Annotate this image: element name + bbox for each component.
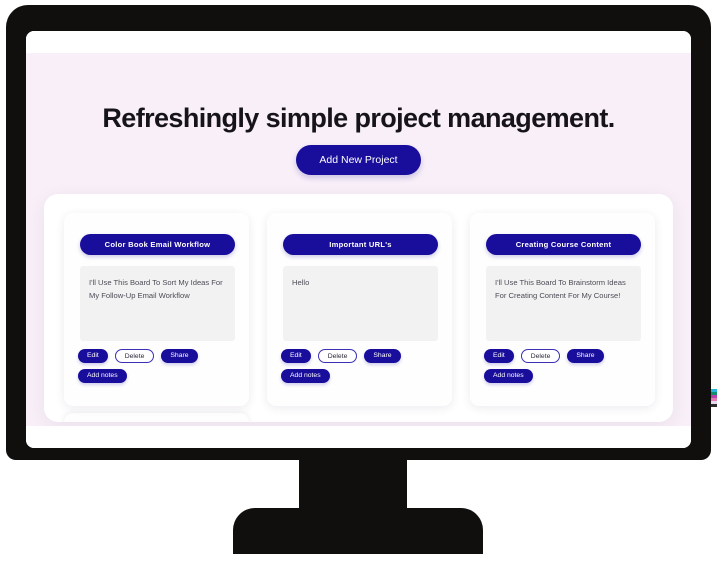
add-notes-button[interactable]: Add notes: [78, 369, 127, 383]
delete-button[interactable]: Delete: [520, 349, 561, 363]
add-notes-button[interactable]: Add notes: [281, 369, 330, 383]
delete-button[interactable]: Delete: [114, 349, 155, 363]
board-actions: Edit Delete Share Add notes: [78, 349, 238, 383]
board-card: Color Book Email Workflow Edit Delete Sh…: [64, 213, 249, 406]
page-bottom-strip: [26, 426, 691, 448]
edit-button[interactable]: Edit: [78, 349, 108, 363]
monitor-base: [233, 508, 483, 554]
share-button[interactable]: Share: [567, 349, 604, 363]
board-card: Creating Course Content Edit Delete Shar…: [470, 213, 655, 406]
monitor-mockup: Refreshingly simple project management. …: [0, 0, 717, 588]
page-top-strip: [26, 31, 691, 53]
board-note-input[interactable]: [283, 266, 438, 341]
page-title: Refreshingly simple project management.: [102, 103, 615, 134]
share-button[interactable]: Share: [364, 349, 401, 363]
board-title-button[interactable]: Color Book Email Workflow: [80, 234, 235, 255]
board-note-input[interactable]: [486, 266, 641, 341]
edge-color-sliver: [711, 389, 717, 407]
app-page: Refreshingly simple project management. …: [26, 31, 691, 448]
add-notes-button[interactable]: Add notes: [484, 369, 533, 383]
board-title-button[interactable]: Creating Course Content: [486, 234, 641, 255]
share-button[interactable]: Share: [161, 349, 198, 363]
edit-button[interactable]: Edit: [281, 349, 311, 363]
board-actions: Edit Delete Share Add notes: [281, 349, 441, 383]
boards-panel: Color Book Email Workflow Edit Delete Sh…: [44, 194, 673, 422]
boards-row: Color Book Email Workflow Edit Delete Sh…: [44, 194, 673, 406]
board-actions: Edit Delete Share Add notes: [484, 349, 644, 383]
add-new-project-button[interactable]: Add New Project: [296, 145, 421, 175]
board-note-input[interactable]: [80, 266, 235, 341]
board-card: Important URL's Edit Delete Share Add no…: [267, 213, 452, 406]
boards-next-row-peek: [64, 413, 249, 422]
delete-button[interactable]: Delete: [317, 349, 358, 363]
board-title-button[interactable]: Important URL's: [283, 234, 438, 255]
monitor-screen: Refreshingly simple project management. …: [26, 31, 691, 448]
edge-color-swatch: [711, 404, 717, 407]
edit-button[interactable]: Edit: [484, 349, 514, 363]
